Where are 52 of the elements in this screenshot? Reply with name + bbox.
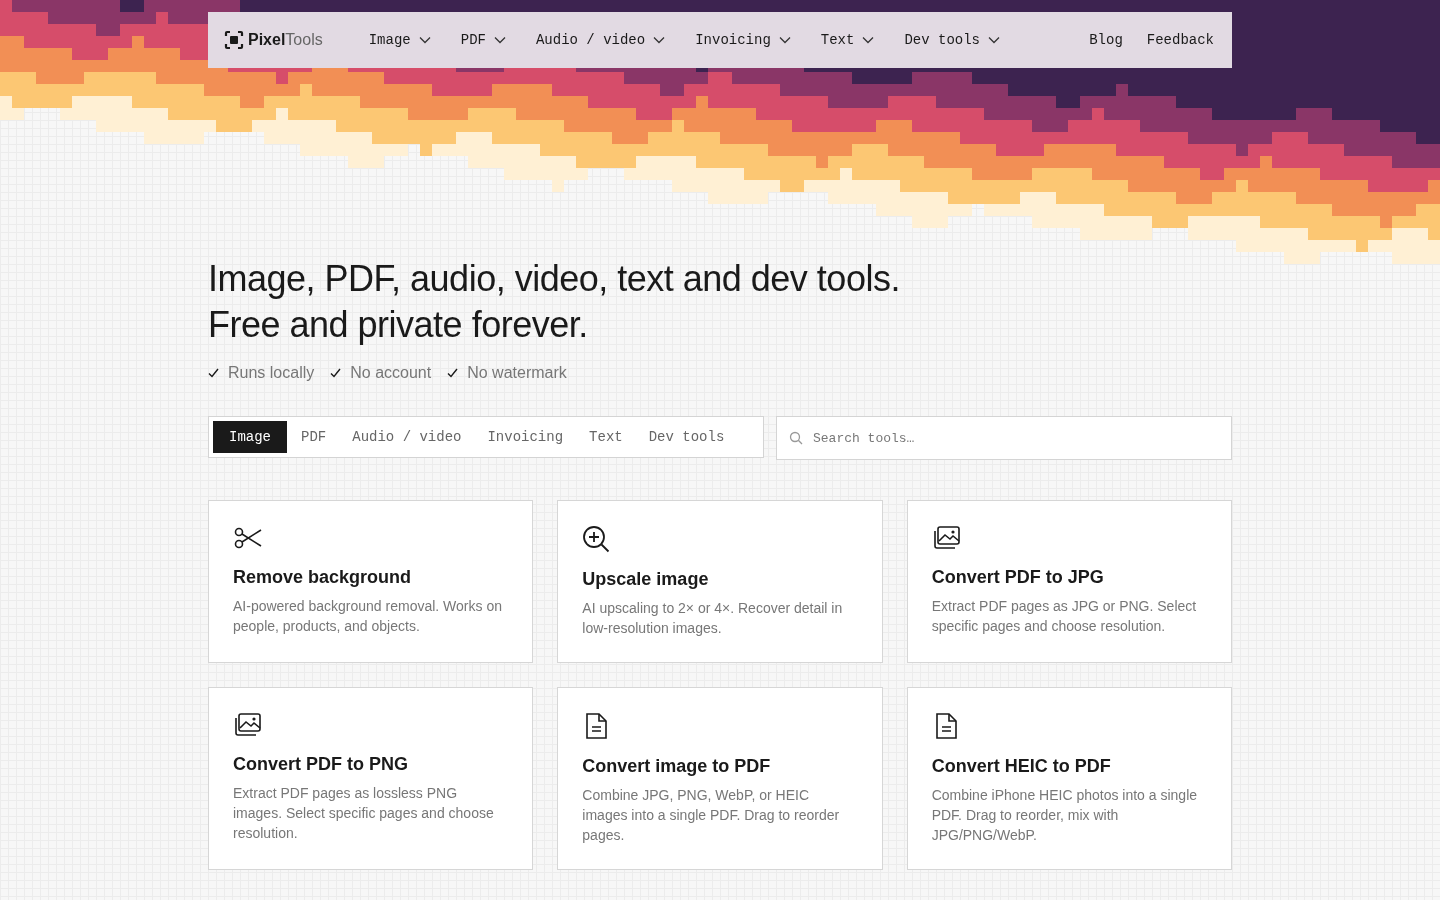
search-field[interactable]: Search tools…: [776, 416, 1232, 460]
tool-card[interactable]: Convert PDF to PNG Extract PDF pages as lossless PNG images. Select specific pages and choose resolution.: [208, 687, 534, 870]
card-description: AI upscaling to 2× or 4×. Recover detail in low-resolution images.: [582, 599, 844, 638]
card-title: Convert HEIC to PDF: [931, 756, 1112, 777]
logo-text[interactable]: PixelTools: [248, 31, 323, 49]
tab[interactable]: Invoicing: [475, 421, 576, 453]
card-title: Convert image to PDF: [582, 756, 772, 777]
check-icon: [208, 368, 219, 378]
tab[interactable]: Text: [577, 421, 635, 453]
tool-card[interactable]: Convert PDF to JPG Extract PDF pages as JPG or PNG. Select specific pages and choose resolution.: [906, 500, 1232, 663]
check-icon: [447, 368, 459, 378]
tab[interactable]: Dev tools: [636, 421, 737, 453]
chevron-icon: [778, 36, 791, 44]
card-title: Convert PDF to PNG: [233, 754, 409, 775]
headline: Free and private forever.: [208, 303, 589, 347]
menu-dropdown[interactable]: Invoicing: [689, 28, 797, 52]
images-icon: [233, 712, 263, 738]
menu-dropdown[interactable]: PDF: [454, 28, 512, 52]
card-description: Combine iPhone HEIC photos into a single PDF. Drag to reorder, mix with JPG/PNG/WebP.: [931, 786, 1199, 845]
menu-dropdown[interactable]: Audio / video: [529, 28, 672, 52]
tab[interactable]: Audio / video: [340, 421, 474, 453]
logo-icon: [224, 30, 244, 50]
tool-card[interactable]: Remove background AI-powered background removal. Works on people, products, and objects.: [208, 500, 534, 663]
chevron-icon: [653, 36, 666, 44]
chevron-icon: [862, 36, 875, 44]
feature-label: No account: [350, 364, 432, 382]
menu-dropdown[interactable]: Dev tools: [898, 28, 1007, 52]
check-icon: [330, 368, 342, 378]
chevron-icon: [418, 36, 431, 44]
scissors-icon: [233, 525, 263, 551]
tool-card[interactable]: Convert HEIC to PDF Combine iPhone HEIC photos into a single PDF. Drag to reorder, mix with JPG/PNG/WebP.: [906, 687, 1232, 870]
card-description: AI-powered background removal. Works on people, products, and objects.: [233, 597, 503, 636]
headline: Image, PDF, audio, video, text and dev tools.: [208, 257, 901, 301]
nav-link[interactable]: Blog: [1089, 32, 1123, 48]
feature-label: Runs locally: [228, 364, 315, 382]
tab[interactable]: PDF: [289, 421, 339, 453]
card-title: Upscale image: [582, 569, 710, 590]
tool-card[interactable]: Upscale image AI upscaling to 2× or 4×. Recover detail in low-resolution images.: [557, 500, 883, 663]
chevron-icon: [988, 36, 1001, 44]
tool-card[interactable]: Convert image to PDF Combine JPG, PNG, WebP, or HEIC images into a single PDF. Drag to reorder pages.: [557, 687, 883, 870]
tab[interactable]: Image: [213, 421, 287, 453]
card-title: Convert PDF to JPG: [931, 567, 1105, 588]
card-description: Combine JPG, PNG, WebP, or HEIC images into a single PDF. Drag to reorder pages.: [582, 786, 841, 845]
nav-link[interactable]: Feedback: [1146, 32, 1214, 48]
feature-label: No watermark: [467, 364, 567, 382]
card-description: Extract PDF pages as JPG or PNG. Select specific pages and choose resolution.: [931, 597, 1198, 636]
chevron-icon: [493, 36, 506, 44]
card-title: Remove background: [233, 567, 413, 588]
menu-dropdown[interactable]: Image: [362, 28, 437, 52]
card-description: Extract PDF pages as lossless PNG images. Select specific pages and choose resolution.: [233, 784, 495, 843]
menu-dropdown[interactable]: Text: [814, 28, 881, 52]
images-icon: [931, 525, 962, 551]
